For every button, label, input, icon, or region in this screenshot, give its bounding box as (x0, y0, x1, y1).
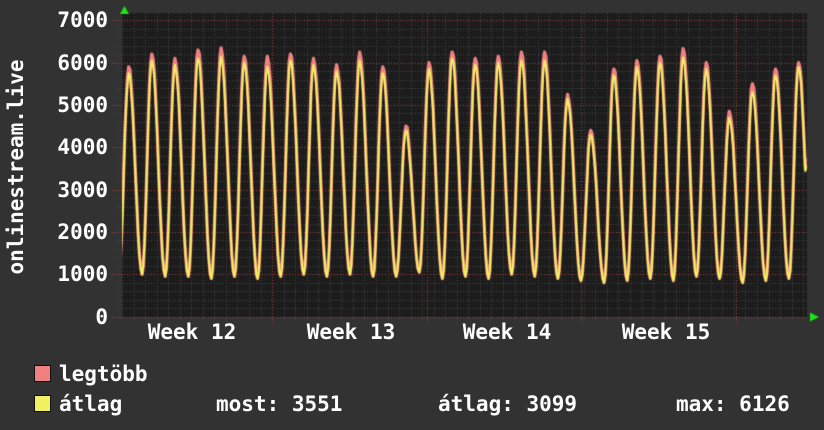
legend-swatch-atlag (34, 395, 51, 412)
legend-label-legtobb: legtöbb (59, 362, 148, 386)
stat-most: most: 3551 (216, 393, 342, 415)
stat-max-value: 6126 (739, 392, 790, 416)
x-axis-tick-label: Week 15 (621, 320, 711, 344)
graph-title-vertical: onlinestream.live (4, 59, 28, 275)
x-axis-tick-label: Week 14 (462, 320, 552, 344)
y-axis-tick-label: 4000 (57, 135, 108, 160)
y-axis-tick-label: 1000 (57, 262, 108, 287)
stat-avg-value: 3099 (526, 392, 578, 416)
stat-most-label: most: (216, 392, 280, 416)
stat-most-value: 3551 (291, 392, 343, 416)
graph-panel: onlinestream.live 7000 6000 5000 4000 3000 20… (0, 0, 824, 430)
y-axis-tick-label: 0 (95, 304, 108, 329)
y-axis-tick-label: 5000 (57, 93, 108, 118)
y-axis-tick-label: 3000 (57, 177, 108, 202)
x-axis-tick-label: Week 12 (147, 320, 237, 344)
y-axis-tick-label: 6000 (57, 50, 108, 75)
y-axis-tick-label: 2000 (57, 219, 108, 244)
legend-label-atlag: átlag (59, 392, 123, 416)
y-axis-tick-label: 7000 (57, 8, 108, 33)
stat-avg-label: átlag: (438, 392, 514, 416)
legend-swatch-legtobb (34, 365, 51, 382)
stat-max-label: max: (676, 392, 727, 416)
stat-avg: átlag: 3099 (438, 393, 577, 415)
stat-max: max: 6126 (676, 393, 790, 415)
x-axis-tick-label: Week 13 (306, 320, 396, 344)
